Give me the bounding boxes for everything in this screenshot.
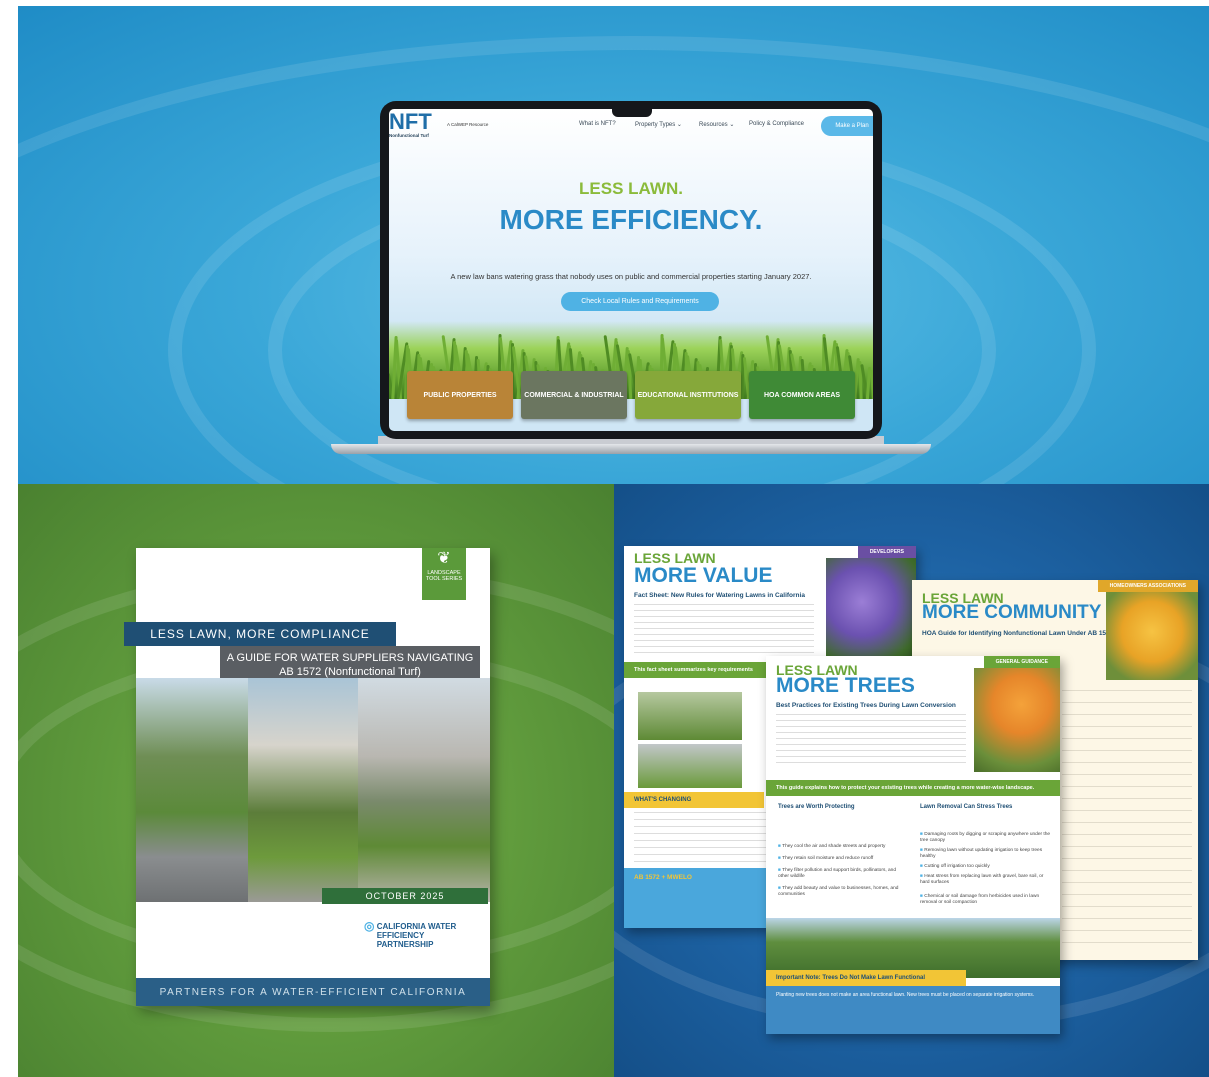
camera-notch <box>612 109 652 117</box>
guide-cover-panel: ❦ LANDSCAPE TOOL SERIES LESS LAWN, MORE … <box>18 484 614 1077</box>
functional-lawn-photo <box>638 692 742 740</box>
note-heading: Important Note: Trees Do Not Make Lawn F… <box>766 970 966 986</box>
org-name: CALIFORNIA WATER EFFICIENCY PARTNERSHIP <box>376 922 457 949</box>
col2-heading: Lawn Removal Can Stress Trees <box>920 804 1013 810</box>
make-a-plan-button[interactable]: Make a Plan <box>821 116 873 136</box>
col1-heading: Trees are Worth Protecting <box>778 804 855 810</box>
trees-subtitle: Best Practices for Existing Trees During… <box>776 702 956 709</box>
col1-item: They add beauty and value to businesses,… <box>778 886 908 898</box>
site-logo[interactable]: NFT <box>389 111 432 133</box>
cwep-logo: ◎ CALIFORNIA WATER EFFICIENCY PARTNERSHI… <box>364 919 467 949</box>
community-subtitle: HOA Guide for Identifying Nonfunctional … <box>922 630 1114 637</box>
tag-developers: DEVELOPERS <box>857 546 916 558</box>
cover-photo-park <box>136 678 248 902</box>
cover-footer: PARTNERS FOR A WATER-EFFICIENT CALIFORNI… <box>136 978 490 1006</box>
site-logo-sub: Nonfunctional Turf <box>389 133 429 138</box>
fact-sheets-panel: DEVELOPERS LESS LAWN MORE VALUE Fact She… <box>614 484 1209 1077</box>
leaf-icon: ❦ <box>437 550 451 567</box>
cover-photo-building <box>248 678 358 902</box>
intro-text-lines <box>634 604 814 654</box>
headline-top: LESS LAWN. <box>579 179 683 198</box>
col2-item: Heat stress from replacing lawn with gra… <box>920 874 1052 886</box>
wave-icon: ◎ <box>364 919 375 933</box>
series-label: LANDSCAPE TOOL SERIES <box>425 570 463 582</box>
tool-series-badge: ❦ LANDSCAPE TOOL SERIES <box>422 548 466 600</box>
laptop-base <box>331 444 931 454</box>
col1-item: They retain soil moisture and reduce run… <box>778 856 908 862</box>
fact-sheet-trees: GENERAL GUIDANCE LESS LAWN MORE TREES Be… <box>766 656 1060 1034</box>
guide-cover: ❦ LANDSCAPE TOOL SERIES LESS LAWN, MORE … <box>124 548 490 1006</box>
trees-intro-lines <box>776 714 966 768</box>
col2-item: Damaging roots by digging or scraping an… <box>920 832 1052 844</box>
yellow-flower-photo <box>1106 592 1198 680</box>
tree-photo <box>766 918 1060 978</box>
laptop-lid: NFT Nonfunctional Turf A CalWEP Resource… <box>380 101 882 439</box>
laptop-screen: NFT Nonfunctional Turf A CalWEP Resource… <box>389 109 873 431</box>
headline-main: MORE EFFICIENCY. <box>499 204 763 235</box>
more-value-title: MORE VALUE <box>634 564 773 587</box>
card-public-properties[interactable]: PUBLIC PROPERTIES <box>407 371 513 419</box>
col2-item: Cutting off irrigation too quickly <box>920 864 1052 870</box>
cover-title: LESS LAWN, MORE COMPLIANCE <box>124 622 396 646</box>
cover-date: OCTOBER 2025 <box>322 888 488 904</box>
poppy-photo <box>974 668 1060 772</box>
resource-label: A CalWEP Resource <box>447 122 489 127</box>
nav-property-types[interactable]: Property Types ⌄ <box>635 121 682 128</box>
trees-summary-bar: This guide explains how to protect your … <box>766 780 1060 796</box>
col2-item: Removing lawn without updating irrigatio… <box>920 848 1052 860</box>
property-cards: PUBLIC PROPERTIES COMMERCIAL & INDUSTRIA… <box>389 365 873 431</box>
card-commercial-industrial[interactable]: COMMERCIAL & INDUSTRIAL <box>521 371 627 419</box>
whats-changing-heading: WHAT'S CHANGING <box>624 792 764 808</box>
col2-item: Chemical or soil damage from herbicides … <box>920 894 1052 906</box>
changing-text-lines <box>634 812 784 862</box>
col1-item: They cool the air and shade streets and … <box>778 844 908 850</box>
website-panel: NFT Nonfunctional Turf A CalWEP Resource… <box>18 6 1209 484</box>
hoa-text-lines <box>1062 690 1192 950</box>
col1-item: They filter pollution and support birds,… <box>778 868 908 880</box>
tag-general-guidance: GENERAL GUIDANCE <box>983 656 1060 668</box>
note-body: Planting new trees does not make an area… <box>766 986 1060 1034</box>
tag-hoa: HOMEOWNERS ASSOCIATIONS <box>1097 580 1198 592</box>
nav-resources[interactable]: Resources ⌄ <box>699 121 734 128</box>
flower-photo <box>826 558 916 668</box>
nonfunctional-lawn-photo <box>638 744 742 788</box>
nav-policy-compliance[interactable]: Policy & Compliance <box>749 121 804 127</box>
cover-photo-curb <box>358 678 490 902</box>
value-subtitle: Fact Sheet: New Rules for Watering Lawns… <box>634 592 805 599</box>
check-rules-button[interactable]: Check Local Rules and Requirements <box>561 292 719 311</box>
more-community-title: MORE COMMUNITY <box>922 602 1102 623</box>
more-trees-title: MORE TREES <box>776 674 915 697</box>
card-educational-institutions[interactable]: EDUCATIONAL INSTITUTIONS <box>635 371 741 419</box>
card-hoa-common-areas[interactable]: HOA COMMON AREAS <box>749 371 855 419</box>
hero-lede: A new law bans watering grass that nobod… <box>450 272 812 281</box>
nav-what-is-nft[interactable]: What is NFT? <box>579 121 616 127</box>
